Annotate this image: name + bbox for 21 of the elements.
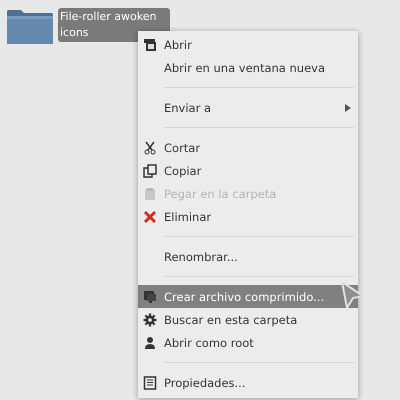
icon-label[interactable]: File-roller awoken icons — [58, 8, 170, 42]
menu-item[interactable]: Eliminar — [138, 205, 358, 228]
scissors-icon — [143, 140, 157, 154]
archive-icon — [143, 290, 157, 304]
copy-icon — [143, 164, 157, 178]
settings-icon — [143, 312, 157, 326]
stacked-windows-icon — [143, 38, 157, 52]
menu-item[interactable]: Abrir como root — [138, 331, 358, 354]
folder-icon[interactable] — [5, 8, 55, 46]
menu-item[interactable]: Buscar en esta carpeta — [138, 308, 358, 331]
menu-item[interactable]: Enviar a — [138, 96, 358, 119]
person-icon — [143, 336, 157, 350]
menu-item[interactable]: Crear archivo comprimido... — [138, 285, 358, 308]
menu-item[interactable]: Propiedades... — [138, 371, 358, 394]
clipboard-icon — [143, 186, 157, 200]
menu-item[interactable]: Renombrar... — [138, 245, 358, 268]
menu-item[interactable]: Abrir en una ventana nueva — [138, 56, 358, 79]
menu-item[interactable]: Copiar — [138, 159, 358, 182]
delete-icon — [143, 210, 157, 224]
menu-item[interactable]: Cortar — [138, 136, 358, 159]
document-icon — [143, 376, 157, 390]
